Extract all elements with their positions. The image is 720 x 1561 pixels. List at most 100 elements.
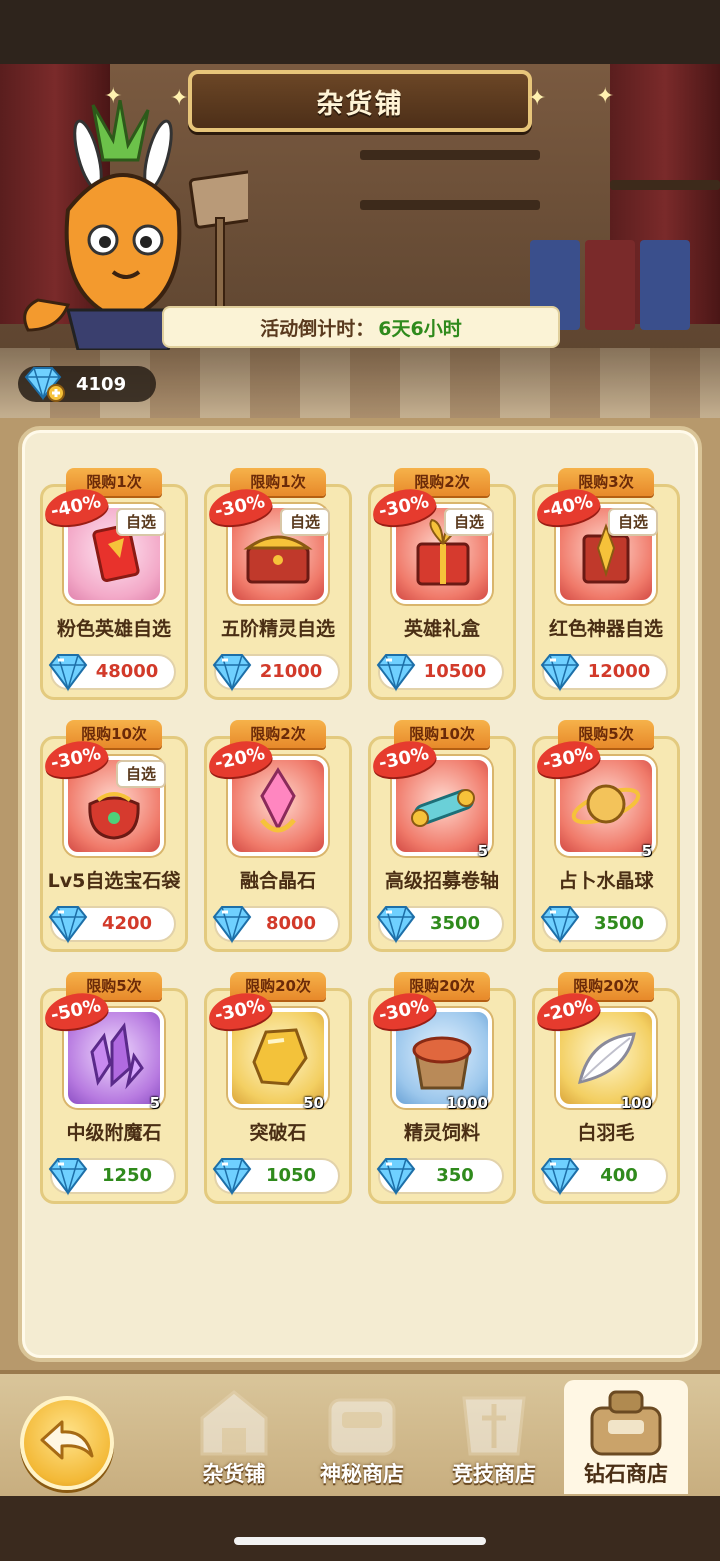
tab-bar: 杂货铺 神秘商店 竞技商店 钻石商店: [0, 1370, 720, 1496]
diamond-icon: [538, 904, 582, 948]
item-name: 五阶精灵自选: [220, 618, 335, 640]
item-name: 中级附魔石: [66, 1122, 162, 1144]
back-arrow-icon: [40, 1420, 94, 1460]
item-quantity: 1000: [446, 1094, 488, 1112]
tab-label: 神秘商店: [320, 1462, 404, 1486]
price-button[interactable]: 3500: [540, 906, 668, 944]
diamond-icon: [46, 1156, 90, 1200]
item-price: 350: [436, 1165, 474, 1186]
choice-tag: 自选: [116, 760, 166, 788]
shelf: [360, 200, 540, 210]
choice-tag: 自选: [116, 508, 166, 536]
diamond-balance[interactable]: 4109: [18, 366, 156, 402]
item-price: 10500: [423, 661, 487, 682]
price-button[interactable]: 8000: [212, 906, 340, 944]
choice-tag: 自选: [444, 508, 494, 536]
tab-diamond-shop[interactable]: 钻石商店: [564, 1380, 688, 1494]
item-price: 3500: [429, 913, 481, 934]
item-name: 粉色英雄自选: [56, 618, 171, 640]
price-button[interactable]: 10500: [376, 654, 504, 692]
item-name: 高级招募卷轴: [384, 870, 499, 892]
item-name: 英雄礼盒: [403, 618, 480, 640]
sparkle-icon: ✦: [104, 84, 123, 109]
price-button[interactable]: 48000: [48, 654, 176, 692]
countdown-label: 活动倒计时：: [260, 317, 375, 340]
price-button[interactable]: 12000: [540, 654, 668, 692]
diamond-icon: [210, 652, 254, 696]
bottom-nav: 杂货铺 神秘商店 竞技商店 钻石商店: [0, 1370, 720, 1561]
countdown-value: 6天6小时: [378, 317, 462, 340]
tab-mystery-shop[interactable]: 神秘商店: [300, 1380, 424, 1494]
shelf: [360, 150, 540, 160]
item-name: 红色神器自选: [548, 618, 663, 640]
home-indicator[interactable]: [234, 1537, 486, 1545]
item-price: 400: [600, 1165, 638, 1186]
shop-item-card[interactable]: 限购5次 -50% 5 中级附魔石 1250: [40, 972, 188, 1204]
item-price: 21000: [259, 661, 323, 682]
arena-shop-icon: [462, 1396, 526, 1456]
item-quantity: 5: [477, 842, 488, 860]
item-price: 48000: [95, 661, 159, 682]
tab-label: 杂货铺: [202, 1462, 266, 1486]
flag-decoration: [585, 240, 635, 330]
diamond-amount: 4109: [76, 373, 127, 395]
shop-item-card[interactable]: 限购1次 -40% 自选 粉色英雄自选 48000: [40, 468, 188, 700]
item-quantity: 5: [641, 842, 652, 860]
diamond-plus-icon: [24, 367, 65, 402]
mystery-shop-icon: [328, 1398, 396, 1456]
diamond-icon: [374, 1156, 418, 1200]
price-button[interactable]: 1050: [212, 1158, 340, 1196]
diamond-icon: [46, 904, 90, 948]
shop-item-card[interactable]: 限购2次 -30% 自选 英雄礼盒 10500: [368, 468, 516, 700]
diamond-icon: [210, 1156, 254, 1200]
shelf: [610, 180, 720, 190]
item-name: 白羽毛: [577, 1122, 635, 1144]
choice-tag: 自选: [280, 508, 330, 536]
price-button[interactable]: 4200: [48, 906, 176, 944]
item-name: Lv5自选宝石袋: [47, 870, 181, 892]
grocery-tent-icon: [200, 1390, 268, 1456]
item-name: 融合晶石: [239, 870, 316, 892]
shop-title: 杂货铺: [316, 88, 404, 120]
diamond-icon: [538, 652, 582, 696]
item-name: 突破石: [249, 1122, 307, 1144]
tab-arena-shop[interactable]: 竞技商店: [432, 1380, 556, 1494]
item-price: 4200: [101, 913, 153, 934]
item-price: 3500: [593, 913, 645, 934]
sparkle-icon: ✦: [528, 86, 547, 111]
tab-grocery[interactable]: 杂货铺: [172, 1380, 296, 1494]
shop-item-card[interactable]: 限购2次 -20% 融合晶石 8000: [204, 720, 352, 952]
item-grid: 限购1次 -40% 自选 粉色英雄自选 48000 限购1次 -30% 自选 五阶精灵自选 210…: [18, 426, 702, 1362]
shop-item-card[interactable]: 限购5次 -30% 5 占卜水晶球 3500: [532, 720, 680, 952]
shop-item-card[interactable]: 限购10次 -30% 自选 Lv5自选宝石袋 4200: [40, 720, 188, 952]
item-price: 1250: [101, 1165, 153, 1186]
item-price: 1050: [265, 1165, 317, 1186]
tab-label: 竞技商店: [452, 1462, 536, 1486]
diamond-icon: [210, 904, 254, 948]
price-button[interactable]: 350: [376, 1158, 504, 1196]
shop-title-plate: 杂货铺: [188, 70, 532, 132]
item-quantity: 5: [149, 1094, 160, 1112]
diamond-icon: [46, 652, 90, 696]
item-quantity: 100: [620, 1094, 652, 1112]
price-button[interactable]: 3500: [376, 906, 504, 944]
diamond-icon: [374, 652, 418, 696]
price-button[interactable]: 21000: [212, 654, 340, 692]
shop-item-card[interactable]: 限购1次 -30% 自选 五阶精灵自选 21000: [204, 468, 352, 700]
tab-label: 钻石商店: [584, 1462, 668, 1486]
status-bar: [0, 0, 720, 64]
shop-item-card[interactable]: 限购3次 -40% 自选 红色神器自选 12000: [532, 468, 680, 700]
shop-item-card[interactable]: 限购20次 -30% 50 突破石 1050: [204, 972, 352, 1204]
shop-item-card[interactable]: 限购10次 -30% 5 高级招募卷轴 3500: [368, 720, 516, 952]
diamond-icon: [538, 1156, 582, 1200]
price-button[interactable]: 400: [540, 1158, 668, 1196]
shop-item-card[interactable]: 限购20次 -30% 1000 精灵饲料 350: [368, 972, 516, 1204]
sparkle-icon: ✦: [596, 84, 615, 109]
back-button[interactable]: [20, 1396, 114, 1490]
shop-banner: 杂货铺 ✦ ✦ ✦ ✦ 活动倒计时： 6天6小时 4109: [0, 0, 720, 420]
item-price: 8000: [265, 913, 317, 934]
shop-item-card[interactable]: 限购20次 -20% 100 白羽毛 400: [532, 972, 680, 1204]
diamond-icon: [374, 904, 418, 948]
price-button[interactable]: 1250: [48, 1158, 176, 1196]
item-price: 12000: [587, 661, 651, 682]
